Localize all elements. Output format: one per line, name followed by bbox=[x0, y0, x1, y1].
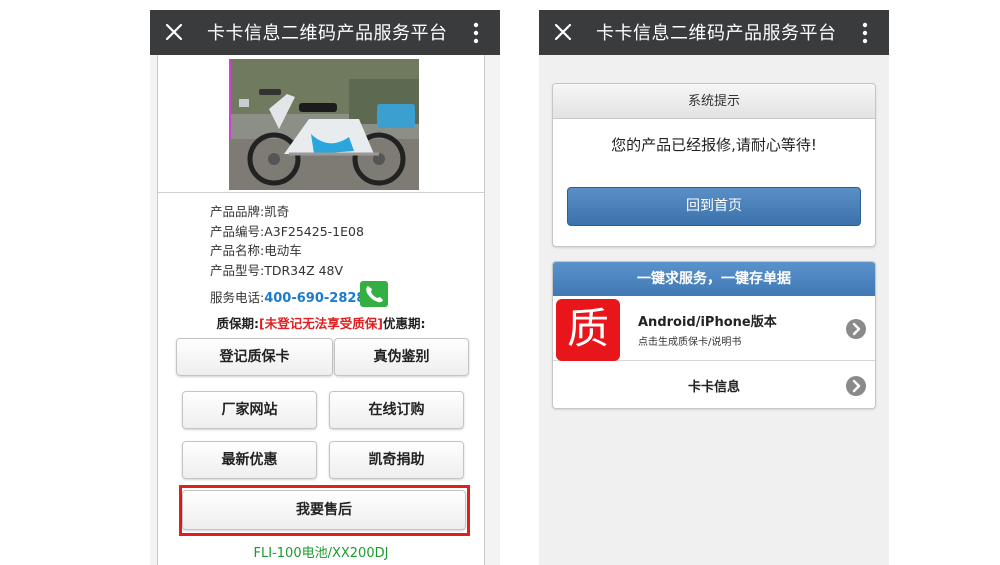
app-version-subtitle: 点击生成质保卡/说明书 bbox=[638, 337, 742, 348]
more-vertical-icon[interactable] bbox=[849, 18, 881, 48]
close-icon[interactable] bbox=[158, 16, 190, 48]
image-divider bbox=[158, 192, 484, 193]
product-brand: 产品品牌:凯奇 bbox=[210, 204, 290, 219]
register-warranty-button[interactable]: 登记质保卡 bbox=[176, 338, 333, 376]
manufacturer-website-button[interactable]: 厂家网站 bbox=[182, 391, 317, 429]
warranty-line: 质保期:[未登记无法享受质保]优惠期: bbox=[158, 313, 484, 332]
product-name: 产品名称:电动车 bbox=[210, 243, 302, 258]
system-prompt-dialog: 系统提示 您的产品已经报修,请耐心等待! 回到首页 bbox=[552, 83, 876, 247]
more-vertical-icon[interactable] bbox=[460, 18, 492, 48]
page-title: 卡卡信息二维码产品服务平台 bbox=[207, 23, 448, 44]
product-model: 产品型号:TDR34Z 48V bbox=[210, 263, 344, 278]
warranty-label: 质保期: bbox=[216, 316, 260, 331]
kaka-info-row[interactable]: 卡卡信息 bbox=[553, 362, 875, 408]
verify-authenticity-button[interactable]: 真伪鉴别 bbox=[334, 338, 469, 376]
warranty-notice: [未登记无法享受质保] bbox=[259, 316, 383, 331]
latest-deals-button[interactable]: 最新优惠 bbox=[182, 441, 317, 479]
service-phone-number[interactable]: 400-690-2828 bbox=[264, 291, 365, 306]
app-logo-icon: 质 bbox=[556, 299, 620, 361]
app-version-title: Android/iPhone版本 bbox=[638, 315, 777, 330]
online-order-button[interactable]: 在线订购 bbox=[329, 391, 464, 429]
app-version-row[interactable]: 质 Android/iPhone版本 点击生成质保卡/说明书 bbox=[553, 296, 875, 361]
kaka-info-label: 卡卡信息 bbox=[687, 380, 740, 395]
ebike-product-image bbox=[229, 59, 419, 190]
title-bar: 卡卡信息二维码产品服务平台 bbox=[150, 10, 500, 55]
service-panel-header: 一键求服务，一键存单据 bbox=[553, 262, 875, 296]
battery-model-text: FLI-100电池/XX200DJ bbox=[253, 546, 389, 561]
back-home-button[interactable]: 回到首页 bbox=[567, 187, 861, 226]
dialog-header: 系统提示 bbox=[553, 84, 875, 119]
close-icon[interactable] bbox=[547, 16, 579, 48]
product-code: 产品编号:A3F25425-1E08 bbox=[210, 224, 364, 239]
left-phone-screen: 卡卡信息二维码产品服务平台 产品品牌:凯奇 产品编号:A3F25425-1E08… bbox=[150, 10, 500, 565]
title-bar: 卡卡信息二维码产品服务平台 bbox=[539, 10, 889, 55]
product-card: 产品品牌:凯奇 产品编号:A3F25425-1E08 产品名称:电动车 产品型号… bbox=[157, 55, 485, 565]
dialog-message: 您的产品已经报修,请耐心等待! bbox=[611, 136, 817, 154]
service-phone-line: 服务电话:400-690-2828 bbox=[210, 287, 365, 306]
service-phone-label: 服务电话: bbox=[210, 290, 265, 305]
service-panel: 一键求服务，一键存单据 质 Android/iPhone版本 点击生成质保卡/说… bbox=[552, 261, 876, 409]
phone-call-icon[interactable] bbox=[360, 281, 388, 307]
donate-button[interactable]: 凯奇捐助 bbox=[329, 441, 464, 479]
right-phone-screen: 卡卡信息二维码产品服务平台 系统提示 您的产品已经报修,请耐心等待! 回到首页 … bbox=[539, 10, 889, 565]
after-sales-button[interactable]: 我要售后 bbox=[182, 490, 466, 530]
chevron-right-icon bbox=[846, 319, 866, 339]
promo-label: 优惠期: bbox=[382, 316, 426, 331]
chevron-right-icon bbox=[846, 376, 866, 396]
page-title: 卡卡信息二维码产品服务平台 bbox=[596, 23, 837, 44]
